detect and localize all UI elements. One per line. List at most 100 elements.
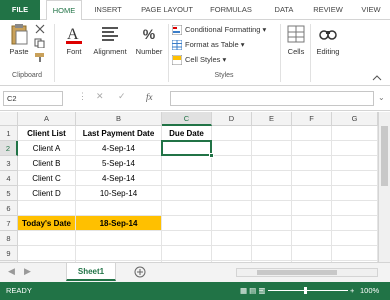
cell-g4[interactable] bbox=[332, 171, 378, 186]
row-header-7[interactable]: 7 bbox=[0, 216, 18, 231]
active-cell-selection[interactable] bbox=[161, 140, 214, 158]
cell-g5[interactable] bbox=[332, 186, 378, 201]
horizontal-scroll-thumb[interactable] bbox=[257, 270, 337, 275]
cell-c8[interactable] bbox=[162, 231, 212, 246]
cell-a9[interactable] bbox=[18, 246, 76, 261]
cell-f1[interactable] bbox=[292, 126, 332, 141]
cell-c3[interactable] bbox=[162, 156, 212, 171]
cell-d6[interactable] bbox=[212, 201, 252, 216]
cell-a4[interactable]: Client C bbox=[18, 171, 76, 186]
cell-a7[interactable]: Today's Date bbox=[18, 216, 76, 231]
tab-view[interactable]: VIEW bbox=[356, 0, 386, 20]
tab-home[interactable]: HOME bbox=[46, 0, 82, 21]
horizontal-scrollbar[interactable] bbox=[236, 268, 378, 277]
alignment-button[interactable]: Alignment bbox=[90, 23, 130, 56]
editing-button[interactable]: Editing bbox=[312, 23, 344, 56]
cells-button[interactable]: Cells bbox=[284, 23, 308, 56]
name-box[interactable]: C2 bbox=[3, 91, 63, 106]
cell-b8[interactable] bbox=[76, 231, 162, 246]
cell-f5[interactable] bbox=[292, 186, 332, 201]
column-header-e[interactable]: E bbox=[252, 112, 292, 126]
cell-b1[interactable]: Last Payment Date bbox=[76, 126, 162, 141]
cell-f4[interactable] bbox=[292, 171, 332, 186]
format-painter-icon[interactable] bbox=[34, 52, 46, 62]
vertical-scroll-thumb[interactable] bbox=[381, 126, 388, 186]
cell-e3[interactable] bbox=[252, 156, 292, 171]
format-as-table-button[interactable]: Format as Table ▾ bbox=[172, 38, 245, 52]
row-header-4[interactable]: 4 bbox=[0, 171, 18, 186]
zoom-level[interactable]: 100% bbox=[360, 282, 379, 300]
cell-e5[interactable] bbox=[252, 186, 292, 201]
row-header-9[interactable]: 9 bbox=[0, 246, 18, 261]
cell-c5[interactable] bbox=[162, 186, 212, 201]
cell-a1[interactable]: Client List bbox=[18, 126, 76, 141]
zoom-in-icon[interactable]: + bbox=[350, 282, 354, 300]
cell-e2[interactable] bbox=[252, 141, 292, 156]
cell-b4[interactable]: 4-Sep-14 bbox=[76, 171, 162, 186]
cell-a6[interactable] bbox=[18, 201, 76, 216]
paste-button[interactable]: Paste bbox=[6, 23, 32, 56]
cell-d5[interactable] bbox=[212, 186, 252, 201]
column-header-b[interactable]: B bbox=[76, 112, 162, 126]
collapse-ribbon-icon[interactable] bbox=[372, 74, 382, 82]
worksheet-grid[interactable]: A B C D E F G 1 Client List Last Payment Date Due … bbox=[0, 112, 378, 262]
font-button[interactable]: A Font bbox=[60, 23, 88, 56]
cell-a5[interactable]: Client D bbox=[18, 186, 76, 201]
cell-a3[interactable]: Client B bbox=[18, 156, 76, 171]
cell-e4[interactable] bbox=[252, 171, 292, 186]
cell-g1[interactable] bbox=[332, 126, 378, 141]
column-header-d[interactable]: D bbox=[212, 112, 252, 126]
cell-g9[interactable] bbox=[332, 246, 378, 261]
cell-f8[interactable] bbox=[292, 231, 332, 246]
row-header-2[interactable]: 2 bbox=[0, 141, 18, 156]
row-header-8[interactable]: 8 bbox=[0, 231, 18, 246]
row-header-5[interactable]: 5 bbox=[0, 186, 18, 201]
cell-g2[interactable] bbox=[332, 141, 378, 156]
cell-g7[interactable] bbox=[332, 216, 378, 231]
cell-d3[interactable] bbox=[212, 156, 252, 171]
cell-d2[interactable] bbox=[212, 141, 252, 156]
cell-d7[interactable] bbox=[212, 216, 252, 231]
column-header-c[interactable]: C bbox=[162, 112, 212, 126]
zoom-out-icon[interactable]: − bbox=[259, 282, 263, 300]
cell-e7[interactable] bbox=[252, 216, 292, 231]
expand-formula-icon[interactable]: ⌄ bbox=[378, 93, 385, 102]
cell-c4[interactable] bbox=[162, 171, 212, 186]
tab-insert[interactable]: INSERT bbox=[88, 0, 128, 20]
cell-b6[interactable] bbox=[76, 201, 162, 216]
prev-sheet-icon[interactable]: ◀ bbox=[8, 266, 15, 277]
cell-f9[interactable] bbox=[292, 246, 332, 261]
cell-d8[interactable] bbox=[212, 231, 252, 246]
cell-g6[interactable] bbox=[332, 201, 378, 216]
cell-a8[interactable] bbox=[18, 231, 76, 246]
select-all-corner[interactable] bbox=[0, 112, 18, 126]
cell-d1[interactable] bbox=[212, 126, 252, 141]
cell-g8[interactable] bbox=[332, 231, 378, 246]
enter-icon[interactable]: ✓ bbox=[118, 91, 126, 102]
cell-e9[interactable] bbox=[252, 246, 292, 261]
cell-b2[interactable]: 4-Sep-14 bbox=[76, 141, 162, 156]
cell-a2[interactable]: Client A bbox=[18, 141, 76, 156]
cell-d4[interactable] bbox=[212, 171, 252, 186]
next-sheet-icon[interactable]: ▶ bbox=[24, 266, 31, 277]
cut-icon[interactable] bbox=[34, 24, 46, 34]
tab-data[interactable]: DATA bbox=[268, 0, 300, 20]
column-header-f[interactable]: F bbox=[292, 112, 332, 126]
cell-styles-button[interactable]: Cell Styles ▾ bbox=[172, 53, 226, 67]
cell-c9[interactable] bbox=[162, 246, 212, 261]
cell-e1[interactable] bbox=[252, 126, 292, 141]
column-header-g[interactable]: G bbox=[332, 112, 378, 126]
number-button[interactable]: % Number bbox=[132, 23, 166, 56]
tab-review[interactable]: REVIEW bbox=[308, 0, 348, 20]
cell-f3[interactable] bbox=[292, 156, 332, 171]
cell-c6[interactable] bbox=[162, 201, 212, 216]
cell-b9[interactable] bbox=[76, 246, 162, 261]
cell-f6[interactable] bbox=[292, 201, 332, 216]
cell-e6[interactable] bbox=[252, 201, 292, 216]
cell-c1[interactable]: Due Date bbox=[162, 126, 212, 141]
copy-icon[interactable] bbox=[34, 38, 46, 48]
cell-b7[interactable]: 18-Sep-14 bbox=[76, 216, 162, 231]
tab-page-layout[interactable]: PAGE LAYOUT bbox=[136, 0, 198, 20]
fill-handle[interactable] bbox=[209, 153, 214, 158]
cell-e8[interactable] bbox=[252, 231, 292, 246]
